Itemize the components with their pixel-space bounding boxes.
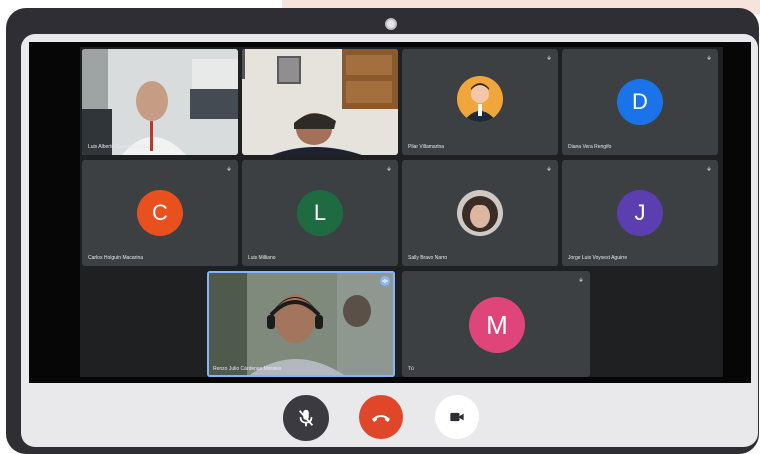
participant-avatar: M	[469, 297, 525, 353]
participant-avatar: D	[617, 79, 663, 125]
participant-avatar: C	[137, 190, 183, 236]
camera-toggle-button[interactable]	[435, 395, 479, 439]
avatar-initial: L	[313, 200, 327, 225]
laptop-frame: Luis Alberto Castro Cuadra Pilar Villama…	[6, 8, 759, 454]
participant-name: Luis Alberto Castro Cuadra	[88, 144, 149, 150]
hang-up-button[interactable]	[359, 395, 403, 439]
participant-avatar	[457, 190, 503, 236]
participant-tile[interactable]: L Luis Milliano	[242, 160, 398, 266]
participant-video	[242, 49, 398, 155]
participant-tile[interactable]: C Carlos Holguín Macarina	[82, 160, 238, 266]
participant-grid: Luis Alberto Castro Cuadra Pilar Villama…	[80, 47, 723, 377]
avatar-initial: D	[632, 89, 648, 114]
participant-avatar: L	[297, 190, 343, 236]
mic-toggle-button[interactable]	[283, 395, 329, 441]
meeting-area: Luis Alberto Castro Cuadra Pilar Villama…	[29, 42, 751, 383]
participant-avatar	[457, 76, 503, 122]
participant-tile[interactable]: M Tú	[402, 271, 590, 377]
participant-name: Diana Vera Rengifo	[568, 144, 612, 150]
mic-muted-icon	[579, 277, 583, 282]
participant-video	[82, 49, 238, 155]
phone-hangup-icon	[372, 415, 390, 422]
participant-tile[interactable]: Sally Bravo Narro	[402, 160, 558, 266]
screen: Luis Alberto Castro Cuadra Pilar Villama…	[21, 34, 758, 447]
speaking-indicator-icon	[380, 276, 390, 286]
participant-avatar: J	[617, 190, 663, 236]
participant-video	[207, 271, 395, 377]
participant-tile[interactable]: J Jorge Luis Voysest Aguirre	[562, 160, 718, 266]
participant-name: Luis Milliano	[248, 255, 276, 261]
participant-tile[interactable]: Luis Alberto Castro Cuadra	[82, 49, 238, 155]
participant-tile-speaking[interactable]: Renzo Julio Cárdenas Morales	[207, 271, 395, 377]
avatar-initial: J	[634, 200, 646, 225]
mic-muted-icon	[707, 166, 711, 171]
participant-name: Pilar Villamarina	[408, 144, 445, 150]
participant-tile[interactable]: D Diana Vera Rengifo	[562, 49, 718, 155]
avatar-initial: C	[152, 200, 168, 225]
participant-name: Jorge Luis Voysest Aguirre	[568, 255, 628, 261]
participant-name: Tú	[408, 366, 414, 372]
mic-muted-icon	[547, 166, 551, 171]
participant-tile[interactable]	[242, 49, 398, 155]
participant-tile[interactable]: Pilar Villamarina	[402, 49, 558, 155]
mic-muted-icon	[707, 55, 711, 60]
participant-name: Carlos Holguín Macarina	[88, 255, 144, 261]
mic-muted-icon	[227, 166, 231, 171]
mic-muted-icon	[547, 55, 551, 60]
mic-muted-icon	[387, 166, 391, 171]
call-controls-bar	[21, 383, 758, 447]
participant-name: Sally Bravo Narro	[408, 255, 448, 261]
webcam-dot	[385, 18, 397, 30]
mic-off-icon	[298, 409, 314, 427]
video-camera-icon	[450, 412, 464, 422]
participant-name: Renzo Julio Cárdenas Morales	[213, 366, 282, 372]
avatar-initial: M	[486, 309, 508, 340]
